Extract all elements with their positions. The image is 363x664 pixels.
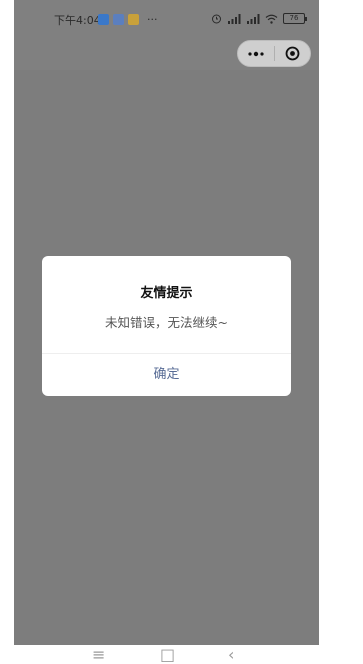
alert-dialog: 友情提示 未知错误，无法继续~ 确定	[42, 256, 291, 396]
wifi-icon	[265, 14, 278, 24]
dialog-message: 未知错误，无法继续~	[105, 315, 228, 330]
status-time: 下午4:04	[54, 14, 101, 27]
app-screen: 下午4:04 ··· 76 友情提示 未知错误，无法继续~ 确定	[14, 0, 319, 645]
menu-key-icon[interactable]: ≡	[92, 647, 105, 663]
system-navigation-bar: ≡ □ ‹	[0, 645, 363, 664]
mini-program-nav-bar	[14, 36, 319, 70]
battery-icon: 76	[283, 13, 307, 24]
app-notification-icon	[128, 14, 139, 25]
confirm-button[interactable]: 确定	[42, 354, 291, 396]
capsule-menu	[237, 40, 311, 67]
status-indicators: 76	[211, 13, 307, 24]
status-bar: 下午4:04 ··· 76	[14, 0, 319, 36]
notification-icons: ···	[98, 14, 158, 25]
app-notification-icon	[113, 14, 124, 25]
app-notification-icon	[98, 14, 109, 25]
more-menu-button[interactable]	[238, 41, 274, 66]
more-dots-icon	[248, 51, 264, 56]
signal-icon	[247, 13, 260, 24]
alarm-icon	[212, 14, 221, 24]
back-key-icon[interactable]: ‹	[228, 647, 234, 663]
dialog-title: 友情提示	[140, 286, 193, 301]
home-key-icon[interactable]: □	[160, 647, 175, 663]
signal-icon	[228, 13, 241, 24]
close-mini-program-button[interactable]	[275, 41, 311, 66]
target-close-icon	[285, 46, 300, 61]
more-notifications-indicator: ···	[147, 13, 158, 26]
